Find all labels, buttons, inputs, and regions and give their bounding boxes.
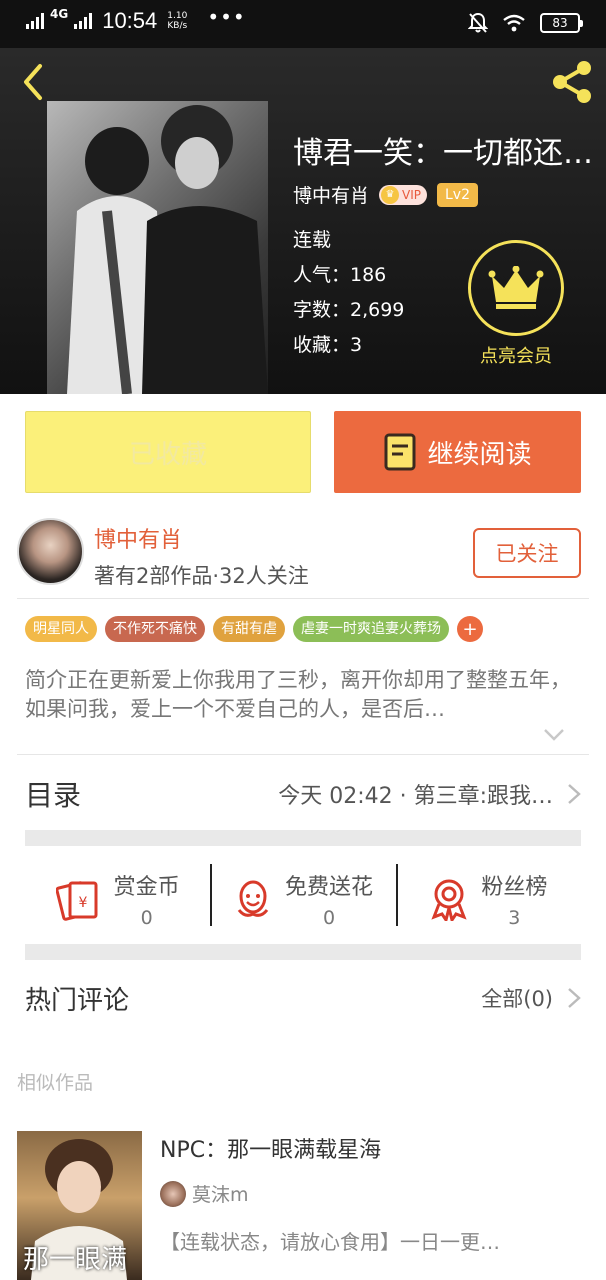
similar-cover-title: 那一眼满: [23, 1245, 128, 1275]
member-ring: [468, 240, 564, 336]
similar-book-title[interactable]: NPC：那一眼满载星海: [160, 1132, 381, 1164]
stat-value: 3: [508, 907, 521, 929]
header-author-name[interactable]: 博中有肖: [293, 181, 369, 208]
avatar[interactable]: [17, 518, 84, 585]
author-row: 博中有肖 ♛ VIP Lv2: [293, 181, 478, 208]
member-button[interactable]: 点亮会员: [468, 240, 564, 368]
avatar: [160, 1180, 186, 1207]
hot-comments-label: 热门评论: [25, 985, 130, 1016]
speed-value: 1.10: [167, 11, 188, 21]
book-favorites: 收藏：3: [293, 334, 363, 356]
chevron-right-icon: [568, 784, 581, 804]
tag-chip[interactable]: 不作死不痛快: [105, 616, 205, 642]
share-icon[interactable]: [548, 58, 596, 106]
fan-ranking-button[interactable]: 粉丝榜 3: [395, 856, 581, 942]
free-flower-button[interactable]: 免费送花 0: [210, 856, 395, 942]
toc-label: 目录: [25, 779, 82, 812]
signal-icon: [26, 13, 44, 29]
section-divider: [25, 944, 581, 960]
book-detail-main: 已收藏 继续阅读 博中有肖 著有2部作品·32人关注 已关注 明星同人 不作死不…: [0, 394, 606, 1114]
book-icon: [384, 433, 416, 471]
book-title: 博君一笑：一切都还…: [293, 136, 593, 171]
book-cover: [47, 101, 268, 394]
more-notifications-icon: •••: [207, 5, 246, 29]
all-comments-link[interactable]: 全部(0): [481, 983, 553, 1013]
member-label: 点亮会员: [480, 346, 552, 367]
stat-value: 0: [322, 907, 336, 929]
book-popularity: 人气：186: [293, 264, 387, 286]
hot-comments-row: 热门评论 全部(0): [25, 960, 581, 1036]
clock: 10:54: [102, 8, 158, 33]
book-meta: 连载 人气：186 字数：2,699 收藏：3: [293, 227, 404, 367]
stat-label: 粉丝榜: [481, 875, 548, 900]
vip-badge: ♛ VIP: [379, 184, 427, 205]
toc-latest-chapter: 今天 02:42 · 第三章:跟我…: [278, 784, 553, 809]
network-speed: 1.10 KB/s: [167, 11, 187, 31]
similar-book-card[interactable]: 那一眼满 NPC：那一眼满载星海 莫沫m 【连载状态，请放心食用】一日一更…: [0, 1114, 606, 1280]
tag-chip[interactable]: 有甜有虐: [213, 616, 285, 642]
author-info: 著有2部作品·32人关注: [94, 564, 309, 588]
continue-reading-label: 继续阅读: [427, 439, 532, 470]
similar-book-author: 莫沫m: [160, 1180, 249, 1207]
favorited-button[interactable]: 已收藏: [25, 411, 311, 493]
stat-value: 0: [140, 907, 153, 929]
chevron-down-icon[interactable]: [543, 728, 565, 742]
svg-text:¥: ¥: [78, 895, 87, 911]
reward-coins-button[interactable]: ¥ 赏金币 0: [25, 856, 210, 942]
similar-works-label: 相似作品: [17, 1072, 94, 1094]
battery-icon: 83: [540, 13, 583, 33]
similar-author-name: 莫沫m: [192, 1184, 249, 1206]
similar-book-cover[interactable]: 那一眼满: [17, 1131, 142, 1280]
flower-icon: [237, 880, 269, 917]
status-bar: 4G 10:54 1.10 KB/s ••• 83: [0, 0, 606, 48]
tag-chip[interactable]: 虐妻一时爽追妻火葬场: [293, 616, 449, 642]
status-right: 83: [468, 12, 583, 34]
chevron-right-icon[interactable]: [567, 987, 581, 1009]
vip-label: VIP: [402, 187, 421, 202]
stat-label: 赏金币: [113, 875, 180, 900]
author-name[interactable]: 博中有肖: [94, 522, 182, 554]
section-divider: [25, 830, 581, 846]
cover-art-icon: [67, 105, 268, 394]
book-intro[interactable]: 简介正在更新爱上你我用了三秒，离开你却用了整整五年，如果问我，爱上一个不爱自己的…: [25, 666, 581, 724]
mute-bell-icon: [468, 12, 488, 33]
divider: [17, 598, 589, 599]
status-left: 4G 10:54 1.10 KB/s •••: [26, 5, 246, 34]
book-header: 博君一笑：一切都还… 博中有肖 ♛ VIP Lv2 连载 人气：186 字数：2…: [0, 48, 606, 394]
battery-level: 83: [552, 16, 568, 30]
crown-icon: [488, 266, 544, 309]
level-badge: Lv2: [437, 182, 478, 207]
crown-small-icon: ♛: [381, 185, 400, 204]
medal-icon: [431, 879, 467, 921]
book-status: 连载: [293, 229, 332, 251]
follow-button[interactable]: 已关注: [473, 528, 581, 578]
network-type: 4G: [50, 7, 69, 21]
stats-row: ¥ 赏金币 0 免费送花 0 粉丝榜 3: [25, 856, 581, 942]
add-tag-button[interactable]: +: [457, 616, 483, 642]
speed-unit: KB/s: [167, 21, 188, 31]
tag-chip[interactable]: 明星同人: [25, 616, 97, 642]
signal-icon-2: [74, 13, 93, 29]
book-word-count: 字数：2,699: [293, 299, 405, 321]
red-envelope-icon: ¥: [55, 881, 98, 921]
similar-book-desc: 【连载状态，请放心食用】一日一更…: [160, 1230, 500, 1254]
wifi-icon: [503, 14, 525, 32]
divider: [17, 754, 589, 755]
table-of-contents-row[interactable]: 目录 今天 02:42 · 第三章:跟我…: [25, 756, 581, 832]
stat-label: 免费送花: [284, 875, 373, 900]
tag-list: 明星同人 不作死不痛快 有甜有虐 虐妻一时爽追妻火葬场 +: [25, 616, 483, 642]
back-icon[interactable]: [16, 62, 52, 102]
continue-reading-button[interactable]: 继续阅读: [334, 411, 581, 493]
